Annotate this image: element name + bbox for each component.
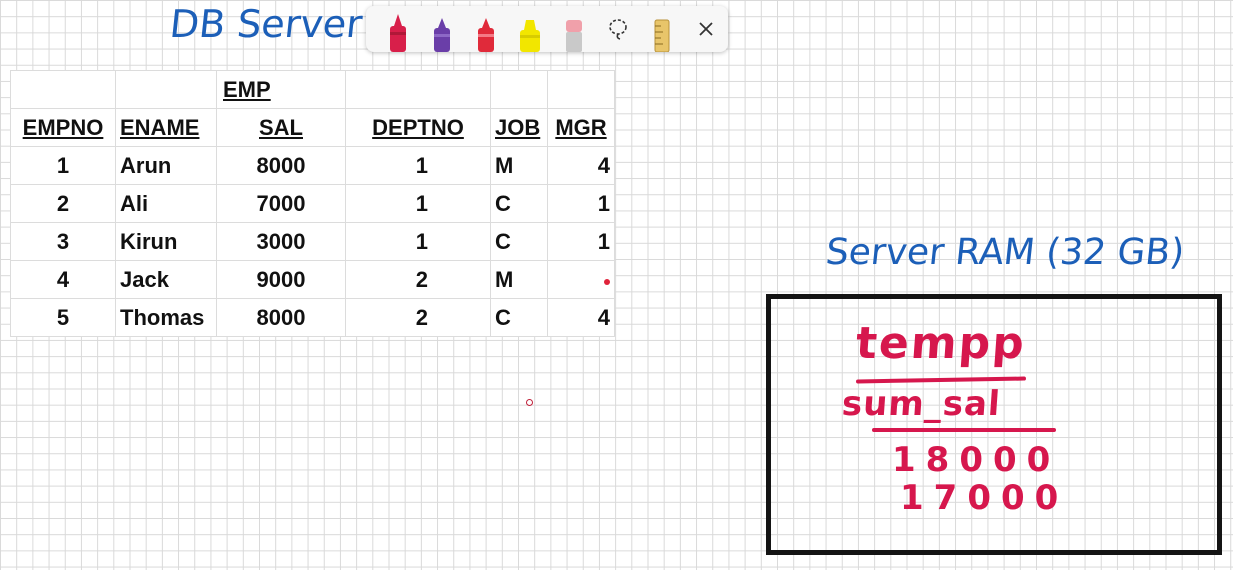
lasso-icon bbox=[609, 19, 627, 40]
column-header: JOB bbox=[490, 108, 548, 147]
table-row: 1 Arun 8000 1 M 4 bbox=[10, 146, 615, 185]
table-cell: 4 bbox=[547, 146, 615, 185]
table-cell: Arun bbox=[115, 146, 217, 185]
table-row: 5 Thomas 8000 2 C 4 bbox=[10, 298, 615, 337]
table-cell: 4 bbox=[547, 298, 615, 337]
ruler-tool[interactable] bbox=[640, 6, 684, 52]
table-cell: 1 bbox=[345, 222, 491, 261]
red-pen-icon bbox=[390, 14, 406, 52]
table-caption: EMP bbox=[216, 70, 346, 109]
table-cell: Ali bbox=[115, 184, 217, 223]
table-cell bbox=[115, 70, 217, 109]
ink-underline bbox=[872, 428, 1056, 432]
table-row: 2 Ali 7000 1 C 1 bbox=[10, 184, 615, 223]
table-cell bbox=[345, 70, 491, 109]
table-cell: 4 bbox=[10, 260, 116, 299]
table-cell: 8000 bbox=[216, 298, 346, 337]
table-cell: C bbox=[490, 222, 548, 261]
table-cell: M bbox=[490, 260, 548, 299]
table-cell: M bbox=[490, 146, 548, 185]
table-cell: C bbox=[490, 298, 548, 337]
table-cell: 1 bbox=[547, 184, 615, 223]
table-cell: 2 bbox=[10, 184, 116, 223]
temp-table-name: tempp bbox=[854, 318, 1028, 369]
table-cell: 2 bbox=[345, 260, 491, 299]
table-cell: 3000 bbox=[216, 222, 346, 261]
pen-cursor bbox=[526, 399, 533, 406]
red-pen-tool[interactable] bbox=[376, 6, 420, 52]
emp-table: EMP EMPNO ENAME SAL DEPTNO JOB MGR 1 Aru… bbox=[10, 70, 615, 337]
column-header: SAL bbox=[216, 108, 346, 147]
table-cell: Thomas bbox=[115, 298, 217, 337]
table-cell: Jack bbox=[115, 260, 217, 299]
table-cell: 1 bbox=[10, 146, 116, 185]
table-caption-row: EMP bbox=[10, 70, 615, 109]
table-cell: 3 bbox=[10, 222, 116, 261]
table-cell: C bbox=[490, 184, 548, 223]
table-cell bbox=[10, 70, 116, 109]
red-marker-icon bbox=[478, 18, 494, 52]
ink-toolbar bbox=[366, 6, 728, 52]
ruler-icon bbox=[654, 19, 670, 52]
eraser-icon bbox=[566, 20, 582, 52]
temp-column-name: sum_sal bbox=[840, 384, 1003, 424]
ink-dot bbox=[604, 279, 610, 285]
temp-value: 18000 bbox=[892, 440, 1061, 480]
purple-pen-icon bbox=[434, 18, 450, 52]
table-cell: 1 bbox=[345, 184, 491, 223]
lasso-tool[interactable] bbox=[596, 6, 640, 52]
table-cell: 8000 bbox=[216, 146, 346, 185]
close-icon bbox=[699, 22, 713, 36]
purple-pen-tool[interactable] bbox=[420, 6, 464, 52]
table-row: 4 Jack 9000 2 M bbox=[10, 260, 615, 299]
column-header: ENAME bbox=[115, 108, 217, 147]
table-header-row: EMPNO ENAME SAL DEPTNO JOB MGR bbox=[10, 108, 615, 147]
table-cell: 9000 bbox=[216, 260, 346, 299]
close-toolbar-button[interactable] bbox=[684, 6, 728, 52]
temp-value: 17000 bbox=[900, 478, 1069, 518]
column-header: EMPNO bbox=[10, 108, 116, 147]
table-cell: 7000 bbox=[216, 184, 346, 223]
table-row: 3 Kirun 3000 1 C 1 bbox=[10, 222, 615, 261]
highlighter-tool[interactable] bbox=[508, 6, 552, 52]
red-marker-tool[interactable] bbox=[464, 6, 508, 52]
server-ram-title: Server RAM (32 GB) bbox=[823, 232, 1187, 273]
table-cell: 2 bbox=[345, 298, 491, 337]
table-cell: 1 bbox=[547, 222, 615, 261]
eraser-tool[interactable] bbox=[552, 6, 596, 52]
column-header: MGR bbox=[547, 108, 615, 147]
yellow-highlighter-icon bbox=[520, 20, 540, 52]
db-server-title: DB Server bbox=[167, 2, 365, 46]
table-cell bbox=[490, 70, 548, 109]
table-cell: 5 bbox=[10, 298, 116, 337]
column-header: DEPTNO bbox=[345, 108, 491, 147]
table-cell: 1 bbox=[345, 146, 491, 185]
table-cell bbox=[547, 70, 615, 109]
table-cell: Kirun bbox=[115, 222, 217, 261]
